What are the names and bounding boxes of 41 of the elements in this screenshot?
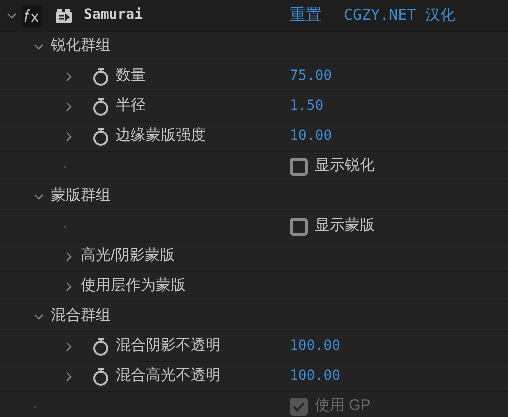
chevron-down-icon[interactable] bbox=[34, 194, 44, 200]
group-label: 高光/阴影蒙版 bbox=[81, 246, 176, 266]
checkbox-label: 显示锐化 bbox=[315, 156, 375, 176]
value-text[interactable]: 1.50 bbox=[290, 96, 324, 117]
chevron-down-icon[interactable] bbox=[34, 314, 44, 320]
chevron-right-icon[interactable] bbox=[66, 102, 72, 112]
stopwatch-icon[interactable] bbox=[92, 336, 110, 356]
fx-icon[interactable] bbox=[22, 4, 42, 26]
stopwatch-icon[interactable] bbox=[92, 126, 110, 146]
group-label: 混合群组 bbox=[51, 306, 111, 326]
stopwatch-icon[interactable] bbox=[92, 66, 110, 86]
checkbox-label: 显示蒙版 bbox=[315, 216, 375, 236]
value-text[interactable]: 100.00 bbox=[290, 366, 341, 387]
property-label: 混合高光不透明 bbox=[116, 366, 221, 386]
chevron-down-icon[interactable] bbox=[7, 12, 17, 18]
group-label: 蒙版群组 bbox=[51, 186, 111, 206]
stopwatch-icon[interactable] bbox=[92, 96, 110, 116]
chevron-right-icon[interactable] bbox=[66, 132, 72, 142]
group-label: 使用层作为蒙版 bbox=[81, 276, 186, 296]
effect-icon bbox=[55, 8, 73, 24]
checkbox[interactable] bbox=[290, 218, 308, 236]
reset-link[interactable]: 重置 bbox=[290, 4, 322, 28]
value-text[interactable]: 100.00 bbox=[290, 336, 341, 357]
checkbox-label: 使用 GP bbox=[315, 396, 371, 416]
credit-text: CGZY.NET 汉化 bbox=[344, 5, 456, 26]
group-label: 锐化群组 bbox=[51, 36, 111, 56]
property-label: 数量 bbox=[116, 66, 146, 86]
value-text[interactable]: 75.00 bbox=[290, 66, 332, 87]
value-text[interactable]: 10.00 bbox=[290, 126, 332, 147]
chevron-right-icon[interactable] bbox=[66, 372, 72, 382]
effect-name: Samurai bbox=[84, 6, 144, 25]
stopwatch-icon[interactable] bbox=[92, 366, 110, 386]
property-label: 半径 bbox=[116, 96, 146, 116]
property-label: 边缘蒙版强度 bbox=[116, 126, 206, 146]
chevron-right-icon[interactable] bbox=[66, 282, 72, 292]
chevron-down-icon[interactable] bbox=[34, 44, 44, 50]
chevron-right-icon[interactable] bbox=[66, 72, 72, 82]
property-label: 混合阴影不透明 bbox=[116, 336, 221, 356]
chevron-right-icon[interactable] bbox=[66, 252, 72, 262]
checkbox[interactable] bbox=[290, 158, 308, 176]
chevron-right-icon[interactable] bbox=[66, 342, 72, 352]
